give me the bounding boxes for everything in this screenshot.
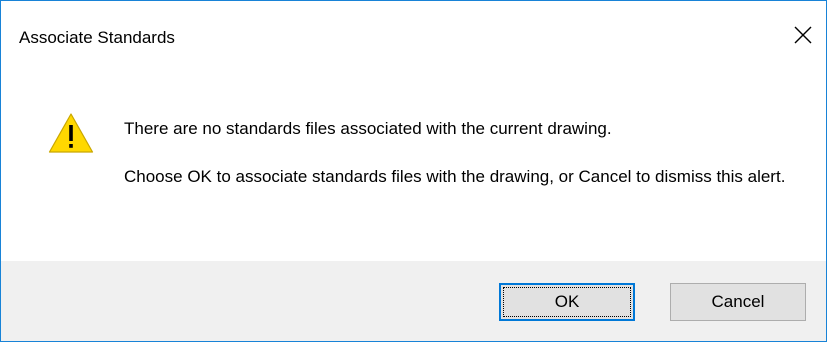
associate-standards-dialog: Associate Standards There are no standar… — [0, 0, 827, 342]
cancel-button-label: Cancel — [711, 292, 765, 311]
close-button[interactable] — [780, 15, 826, 55]
close-icon — [794, 26, 812, 44]
cancel-button[interactable]: Cancel — [670, 283, 806, 321]
ok-button[interactable]: OK — [499, 283, 635, 321]
message-line-2: Choose OK to associate standards files w… — [124, 167, 786, 186]
button-bar: OK Cancel — [1, 261, 826, 341]
window-title: Associate Standards — [19, 28, 175, 47]
focus-ring — [503, 287, 631, 317]
message-area: There are no standards files associated … — [1, 78, 826, 261]
message-text: There are no standards files associated … — [124, 117, 804, 189]
title-bar: Associate Standards — [1, 1, 826, 78]
message-line-1: There are no standards files associated … — [124, 119, 612, 138]
warning-icon — [48, 113, 94, 153]
